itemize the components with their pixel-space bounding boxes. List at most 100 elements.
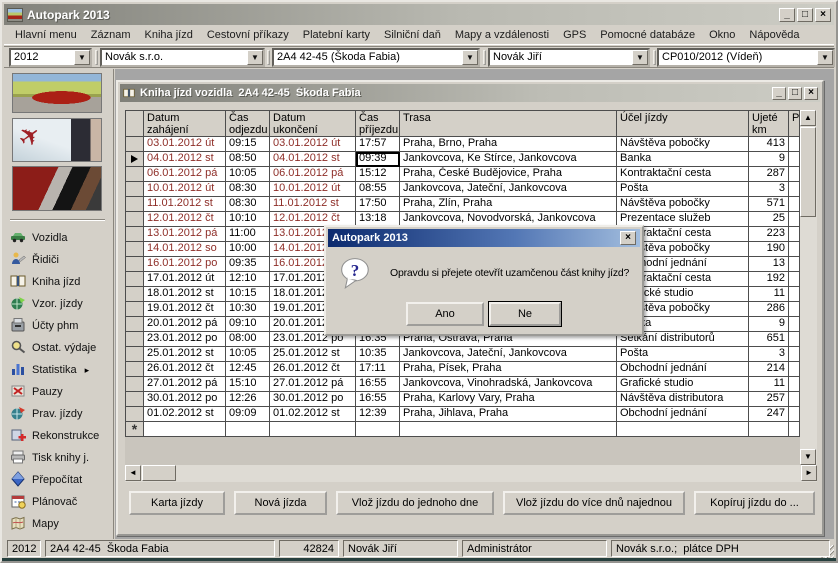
cell-d1[interactable]: 11.01.2012 st (144, 197, 226, 212)
cell-km[interactable]: 3 (749, 347, 789, 362)
cell-km[interactable]: 11 (749, 287, 789, 302)
cell-d1[interactable]: 12.01.2012 čt (144, 212, 226, 227)
cell-extra[interactable] (789, 392, 800, 407)
chevron-down-icon[interactable]: ▼ (817, 50, 833, 65)
cell-km[interactable]: 257 (749, 392, 789, 407)
cell-t2[interactable]: 10:35 (356, 347, 400, 362)
cell-t2[interactable]: 16:55 (356, 377, 400, 392)
cell-d1[interactable]: 19.01.2012 čt (144, 302, 226, 317)
cell-t2[interactable]: 15:12 (356, 167, 400, 182)
sidebar-item-tisk-knihy-j[interactable]: Tisk knihy j. (10, 447, 113, 469)
cell-d1[interactable] (144, 422, 226, 437)
cell-extra[interactable] (789, 422, 800, 437)
cell-trasa[interactable]: Jankovcova, Jateční, Jankovcova (400, 347, 617, 362)
cell-t2[interactable]: 17:50 (356, 197, 400, 212)
cell-extra[interactable] (789, 152, 800, 167)
cell-extra[interactable] (789, 137, 800, 152)
cell-km[interactable]: 413 (749, 137, 789, 152)
sidebar-item-planovac[interactable]: Plánovač (10, 491, 113, 513)
cell-t1[interactable]: 10:00 (226, 242, 270, 257)
cell-km[interactable]: 25 (749, 212, 789, 227)
button-nova-jizda[interactable]: Nová jízda (234, 491, 327, 515)
cell-t1[interactable]: 15:10 (226, 377, 270, 392)
cell-d1[interactable]: 06.01.2012 pá (144, 167, 226, 182)
cell-t1[interactable]: 09:09 (226, 407, 270, 422)
cell-d2[interactable]: 11.01.2012 st (270, 197, 356, 212)
cell-t1[interactable]: 10:05 (226, 347, 270, 362)
cell-d1[interactable]: 18.01.2012 st (144, 287, 226, 302)
cell-d2[interactable]: 10.01.2012 út (270, 182, 356, 197)
cell-d1[interactable]: 25.01.2012 st (144, 347, 226, 362)
cell-t1[interactable]: 09:15 (226, 137, 270, 152)
cell-t2[interactable]: 17:57 (356, 137, 400, 152)
logbook-minimize-icon[interactable]: _ (772, 87, 786, 100)
cell-extra[interactable] (789, 377, 800, 392)
cell-d2[interactable]: 06.01.2012 pá (270, 167, 356, 182)
chevron-down-icon[interactable]: ▼ (247, 50, 263, 65)
cell-t2[interactable]: 09:39 (356, 152, 400, 167)
cell-extra[interactable] (789, 302, 800, 317)
cell-trasa[interactable]: Praha, České Budějovice, Praha (400, 167, 617, 182)
cell-extra[interactable] (789, 197, 800, 212)
cell-ucel[interactable]: Návštěva pobočky (617, 137, 749, 152)
cell-ucel[interactable]: Kontraktační cesta (617, 167, 749, 182)
cell-extra[interactable] (789, 347, 800, 362)
cell-km[interactable]: 11 (749, 377, 789, 392)
cell-ucel[interactable]: Grafické studio (617, 377, 749, 392)
column-header-ucel[interactable]: Účel jízdy (617, 110, 749, 137)
cell-trasa[interactable]: Praha, Brno, Praha (400, 137, 617, 152)
cell-t1[interactable]: 08:30 (226, 197, 270, 212)
cell-trasa[interactable] (400, 422, 617, 437)
cell-km[interactable]: 571 (749, 197, 789, 212)
horizontal-scroll-thumb[interactable] (142, 465, 176, 481)
cell-t1[interactable]: 08:50 (226, 152, 270, 167)
cell-d2[interactable]: 25.01.2012 st (270, 347, 356, 362)
cell-km[interactable]: 13 (749, 257, 789, 272)
cell-km[interactable]: 651 (749, 332, 789, 347)
cell-t2[interactable]: 16:55 (356, 392, 400, 407)
cell-ucel[interactable]: Pošta (617, 182, 749, 197)
cell-d1[interactable]: 23.01.2012 po (144, 332, 226, 347)
cell-d2[interactable]: 26.01.2012 čt (270, 362, 356, 377)
combo-vehicle[interactable]: 2A4 42-45 (Škoda Fabia)▼ (272, 48, 480, 67)
sidebar-item-pauzy[interactable]: Pauzy (10, 381, 113, 403)
cell-km[interactable]: 214 (749, 362, 789, 377)
cell-extra[interactable] (789, 242, 800, 257)
cell-extra[interactable] (789, 212, 800, 227)
new-row-selector[interactable]: * (125, 422, 144, 437)
cell-extra[interactable] (789, 362, 800, 377)
cell-t1[interactable]: 08:00 (226, 332, 270, 347)
row-selector[interactable] (125, 302, 144, 317)
sidebar-item-ucty-phm[interactable]: Účty phm (10, 315, 113, 337)
cell-km[interactable]: 9 (749, 317, 789, 332)
cell-t1[interactable]: 08:30 (226, 182, 270, 197)
cell-extra[interactable] (789, 257, 800, 272)
menu-item-napoveda[interactable]: Nápověda (742, 27, 806, 43)
scroll-down-icon[interactable]: ▼ (800, 449, 816, 465)
minimize-icon[interactable]: _ (779, 8, 795, 22)
cell-trasa[interactable]: Praha, Písek, Praha (400, 362, 617, 377)
sidebar-item-prav-jizdy[interactable]: Prav. jízdy (10, 403, 113, 425)
row-selector[interactable] (125, 137, 144, 152)
vertical-scroll-thumb[interactable] (800, 127, 816, 217)
row-selector[interactable] (125, 317, 144, 332)
menu-item-kniha-jizd[interactable]: Kniha jízd (138, 27, 200, 43)
cell-d1[interactable]: 20.01.2012 pá (144, 317, 226, 332)
cell-extra[interactable] (789, 227, 800, 242)
menu-item-pomocne-databaze[interactable]: Pomocné databáze (593, 27, 702, 43)
cell-t1[interactable]: 12:26 (226, 392, 270, 407)
menu-item-zaznam[interactable]: Záznam (84, 27, 138, 43)
cell-d1[interactable]: 13.01.2012 pá (144, 227, 226, 242)
cell-km[interactable]: 9 (749, 152, 789, 167)
menu-item-cestovni-prikazy[interactable]: Cestovní příkazy (200, 27, 296, 43)
dialog-close-icon[interactable]: × (620, 231, 636, 245)
row-selector[interactable] (125, 212, 144, 227)
combo-year-value[interactable]: 2012 (11, 50, 74, 65)
cell-km[interactable]: 247 (749, 407, 789, 422)
cell-d1[interactable]: 10.01.2012 út (144, 182, 226, 197)
cell-d2[interactable]: 03.01.2012 út (270, 137, 356, 152)
cell-km[interactable]: 3 (749, 182, 789, 197)
column-header-t1[interactable]: Čas odjezdu (226, 110, 270, 137)
row-selector[interactable] (125, 287, 144, 302)
cell-km[interactable]: 286 (749, 302, 789, 317)
